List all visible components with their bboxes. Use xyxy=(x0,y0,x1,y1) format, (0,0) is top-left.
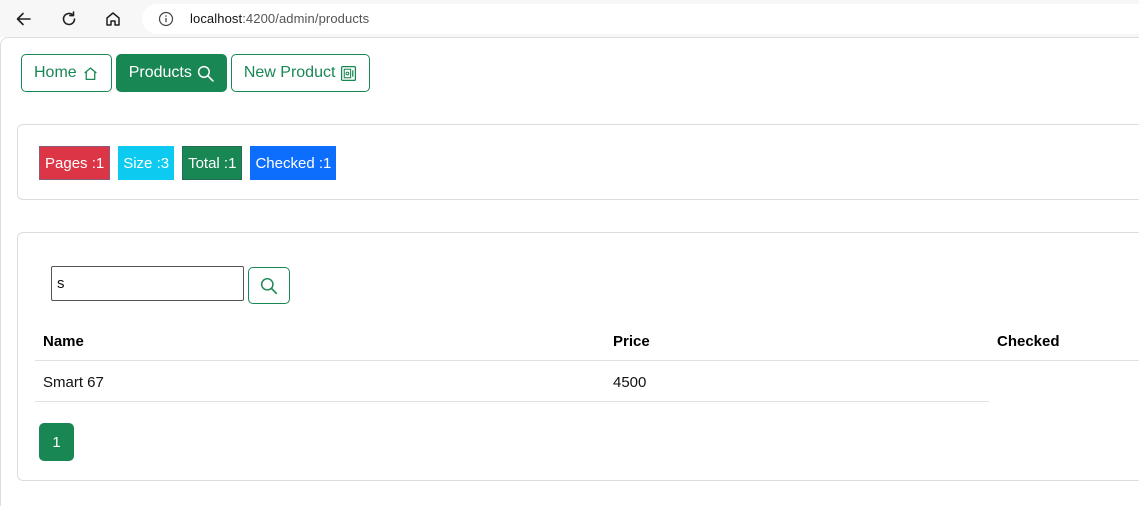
arrow-left-icon xyxy=(16,12,31,26)
address-bar[interactable]: localhost:4200/admin/products xyxy=(142,4,1139,34)
house-icon xyxy=(106,12,120,26)
home-browser-button[interactable] xyxy=(99,5,127,33)
pages-badge: Pages :1 xyxy=(39,146,111,180)
page-button-1[interactable]: 1 xyxy=(39,423,74,461)
table-cell-name: Smart 67 xyxy=(43,374,104,391)
table-cell-price: 4500 xyxy=(613,374,647,391)
new-product-button-label: New Product xyxy=(243,64,336,81)
search-icon xyxy=(197,65,214,82)
column-header-name: Name xyxy=(43,333,84,350)
url-text: localhost:4200/admin/products xyxy=(190,11,369,26)
url-host: localhost xyxy=(190,11,243,26)
products-button[interactable]: Products xyxy=(115,54,227,92)
home-button[interactable]: Home xyxy=(21,54,112,92)
info-icon[interactable] xyxy=(158,11,174,27)
checked-badge: Checked :1 xyxy=(250,146,337,180)
size-badge: Size :3 xyxy=(118,146,175,180)
search-input[interactable]: s xyxy=(51,266,244,301)
search-icon xyxy=(260,277,278,294)
stats-card: Pages :1 Size :3 Total :1 Checked :1 xyxy=(17,124,1139,200)
home-button-label: Home xyxy=(34,64,77,81)
stats-badges: Pages :1 Size :3 Total :1 Checked :1 xyxy=(39,146,337,180)
table-header-divider xyxy=(35,360,1139,361)
search-input-value: s xyxy=(57,275,65,292)
new-product-button[interactable]: New Product xyxy=(230,54,371,92)
search-button[interactable] xyxy=(248,267,290,304)
main-nav: Home Products New Product xyxy=(21,54,371,92)
total-badge: Total :1 xyxy=(182,146,243,180)
products-button-label: Products xyxy=(128,64,192,81)
column-header-checked: Checked xyxy=(997,333,1060,350)
house-icon xyxy=(83,66,97,80)
back-button[interactable] xyxy=(10,5,38,33)
products-card: s Name Price Checked Smart 67 4500 1 xyxy=(17,232,1139,481)
reload-icon xyxy=(62,11,76,26)
table-row-divider xyxy=(35,401,989,402)
browser-toolbar: localhost:4200/admin/products xyxy=(0,0,1139,37)
reload-button[interactable] xyxy=(55,5,83,33)
column-header-price: Price xyxy=(613,333,650,350)
url-path: :4200/admin/products xyxy=(242,11,370,26)
safe-icon xyxy=(341,65,357,81)
